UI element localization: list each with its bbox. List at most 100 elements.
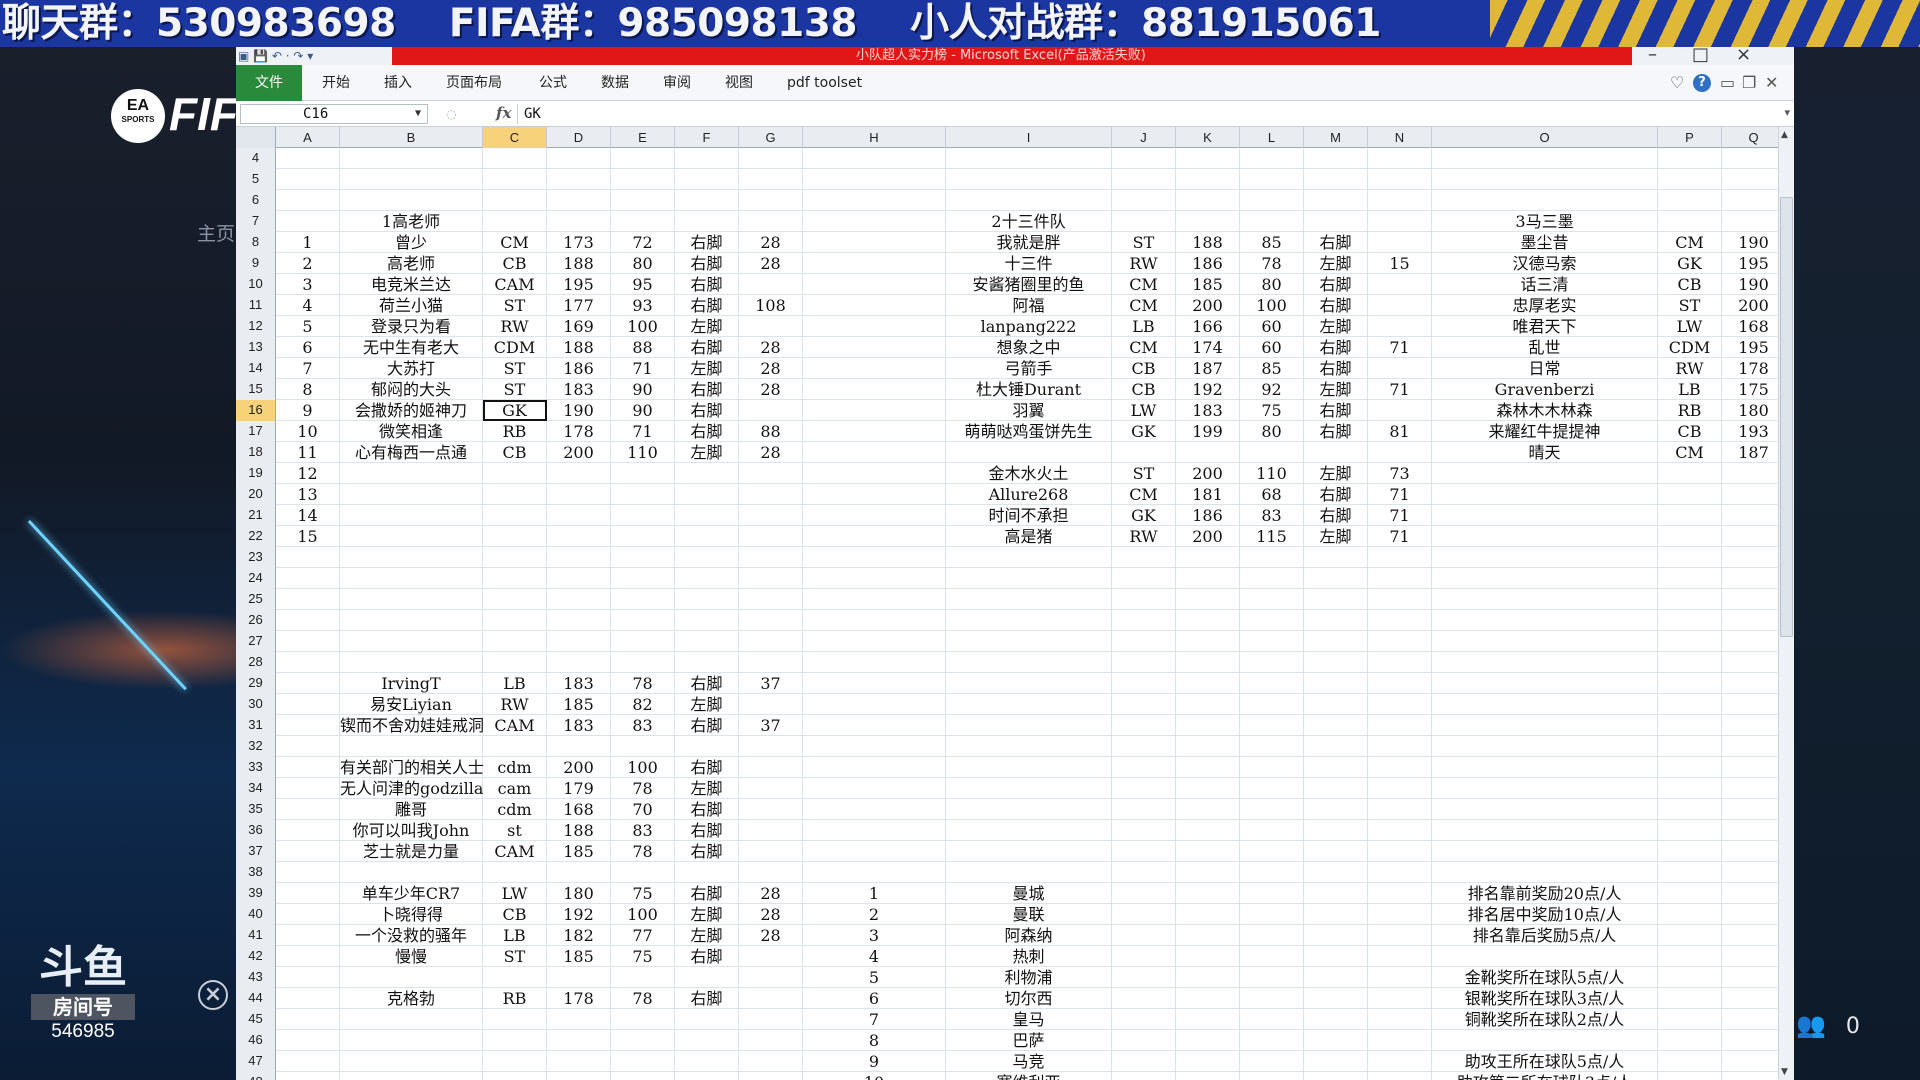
cell-h44[interactable]: 6 bbox=[803, 988, 946, 1009]
cell-m21[interactable]: 右脚 bbox=[1304, 505, 1368, 526]
cell-p4[interactable] bbox=[1658, 148, 1722, 169]
cell-n46[interactable] bbox=[1368, 1030, 1432, 1051]
cell-p47[interactable] bbox=[1658, 1051, 1722, 1072]
cell-n43[interactable] bbox=[1368, 967, 1432, 988]
column-header-d[interactable]: D bbox=[547, 127, 611, 148]
cell-m34[interactable] bbox=[1304, 778, 1368, 799]
cell-o23[interactable] bbox=[1432, 547, 1658, 568]
cell-k24[interactable] bbox=[1176, 568, 1240, 589]
cell-o15[interactable]: Gravenberzi bbox=[1432, 379, 1658, 400]
cell-n11[interactable] bbox=[1368, 295, 1432, 316]
cell-q14[interactable]: 178 bbox=[1722, 358, 1778, 379]
cell-d5[interactable] bbox=[547, 169, 611, 190]
cell-q35[interactable] bbox=[1722, 799, 1778, 820]
cell-h47[interactable]: 9 bbox=[803, 1051, 946, 1072]
cell-g46[interactable] bbox=[739, 1030, 803, 1051]
row-header[interactable]: 34 bbox=[236, 778, 276, 799]
cell-c7[interactable] bbox=[483, 211, 547, 232]
cell-f25[interactable] bbox=[675, 589, 739, 610]
cell-g33[interactable] bbox=[739, 757, 803, 778]
cell-e31[interactable]: 83 bbox=[611, 715, 675, 736]
cell-o19[interactable] bbox=[1432, 463, 1658, 484]
cell-d34[interactable]: 179 bbox=[547, 778, 611, 799]
cell-g15[interactable]: 28 bbox=[739, 379, 803, 400]
cell-e25[interactable] bbox=[611, 589, 675, 610]
cell-q8[interactable]: 190 bbox=[1722, 232, 1778, 253]
cell-p34[interactable] bbox=[1658, 778, 1722, 799]
row-header[interactable]: 9 bbox=[236, 253, 276, 274]
cell-o11[interactable]: 忠厚老实 bbox=[1432, 295, 1658, 316]
cell-d20[interactable] bbox=[547, 484, 611, 505]
cell-m15[interactable]: 左脚 bbox=[1304, 379, 1368, 400]
cell-p25[interactable] bbox=[1658, 589, 1722, 610]
cell-j13[interactable]: CM bbox=[1112, 337, 1176, 358]
cell-e21[interactable] bbox=[611, 505, 675, 526]
cell-j11[interactable]: CM bbox=[1112, 295, 1176, 316]
cell-n6[interactable] bbox=[1368, 190, 1432, 211]
cell-d36[interactable]: 188 bbox=[547, 820, 611, 841]
cell-p15[interactable]: LB bbox=[1658, 379, 1722, 400]
cell-q27[interactable] bbox=[1722, 631, 1778, 652]
cell-p11[interactable]: ST bbox=[1658, 295, 1722, 316]
cell-f8[interactable]: 右脚 bbox=[675, 232, 739, 253]
cell-k18[interactable] bbox=[1176, 442, 1240, 463]
cell-m4[interactable] bbox=[1304, 148, 1368, 169]
cell-f13[interactable]: 右脚 bbox=[675, 337, 739, 358]
cell-k11[interactable]: 200 bbox=[1176, 295, 1240, 316]
cell-o41[interactable]: 排名靠后奖励5点/人 bbox=[1432, 925, 1658, 946]
quick-access-toolbar[interactable]: ▣ 💾 ↶ · ↷ ▾ bbox=[238, 48, 313, 64]
cell-q21[interactable] bbox=[1722, 505, 1778, 526]
cell-e20[interactable] bbox=[611, 484, 675, 505]
cell-q10[interactable]: 190 bbox=[1722, 274, 1778, 295]
cell-k14[interactable]: 187 bbox=[1176, 358, 1240, 379]
help-icon[interactable]: ? bbox=[1693, 74, 1711, 92]
cell-j10[interactable]: CM bbox=[1112, 274, 1176, 295]
row-header[interactable]: 32 bbox=[236, 736, 276, 757]
cell-i23[interactable] bbox=[946, 547, 1112, 568]
cell-h29[interactable] bbox=[803, 673, 946, 694]
cell-a6[interactable] bbox=[276, 190, 340, 211]
cell-o26[interactable] bbox=[1432, 610, 1658, 631]
cell-l29[interactable] bbox=[1240, 673, 1304, 694]
cell-m13[interactable]: 右脚 bbox=[1304, 337, 1368, 358]
cell-l5[interactable] bbox=[1240, 169, 1304, 190]
cell-p33[interactable] bbox=[1658, 757, 1722, 778]
cell-f16[interactable]: 右脚 bbox=[675, 400, 739, 421]
cell-f7[interactable] bbox=[675, 211, 739, 232]
cell-a13[interactable]: 6 bbox=[276, 337, 340, 358]
cell-g32[interactable] bbox=[739, 736, 803, 757]
cell-k12[interactable]: 166 bbox=[1176, 316, 1240, 337]
cell-g31[interactable]: 37 bbox=[739, 715, 803, 736]
tab-data[interactable]: 数据 bbox=[601, 73, 629, 93]
cell-n38[interactable] bbox=[1368, 862, 1432, 883]
cell-a47[interactable] bbox=[276, 1051, 340, 1072]
cell-i45[interactable]: 皇马 bbox=[946, 1009, 1112, 1030]
cell-p39[interactable] bbox=[1658, 883, 1722, 904]
cell-k37[interactable] bbox=[1176, 841, 1240, 862]
cell-a8[interactable]: 1 bbox=[276, 232, 340, 253]
cell-g34[interactable] bbox=[739, 778, 803, 799]
row-header[interactable]: 14 bbox=[236, 358, 276, 379]
cell-e30[interactable]: 82 bbox=[611, 694, 675, 715]
cell-d7[interactable] bbox=[547, 211, 611, 232]
cell-c4[interactable] bbox=[483, 148, 547, 169]
cell-i27[interactable] bbox=[946, 631, 1112, 652]
cell-c31[interactable]: CAM bbox=[483, 715, 547, 736]
cell-p17[interactable]: CB bbox=[1658, 421, 1722, 442]
cell-g48[interactable] bbox=[739, 1072, 803, 1080]
cell-a43[interactable] bbox=[276, 967, 340, 988]
cell-l4[interactable] bbox=[1240, 148, 1304, 169]
cell-d8[interactable]: 173 bbox=[547, 232, 611, 253]
cell-g5[interactable] bbox=[739, 169, 803, 190]
cell-c33[interactable]: cdm bbox=[483, 757, 547, 778]
cell-d23[interactable] bbox=[547, 547, 611, 568]
cell-g20[interactable] bbox=[739, 484, 803, 505]
cell-d48[interactable] bbox=[547, 1072, 611, 1080]
row-header[interactable]: 5 bbox=[236, 169, 276, 190]
cell-b10[interactable]: 电竞米兰达 bbox=[340, 274, 483, 295]
cell-e11[interactable]: 93 bbox=[611, 295, 675, 316]
cell-n32[interactable] bbox=[1368, 736, 1432, 757]
cell-f38[interactable] bbox=[675, 862, 739, 883]
cell-k32[interactable] bbox=[1176, 736, 1240, 757]
cell-g25[interactable] bbox=[739, 589, 803, 610]
